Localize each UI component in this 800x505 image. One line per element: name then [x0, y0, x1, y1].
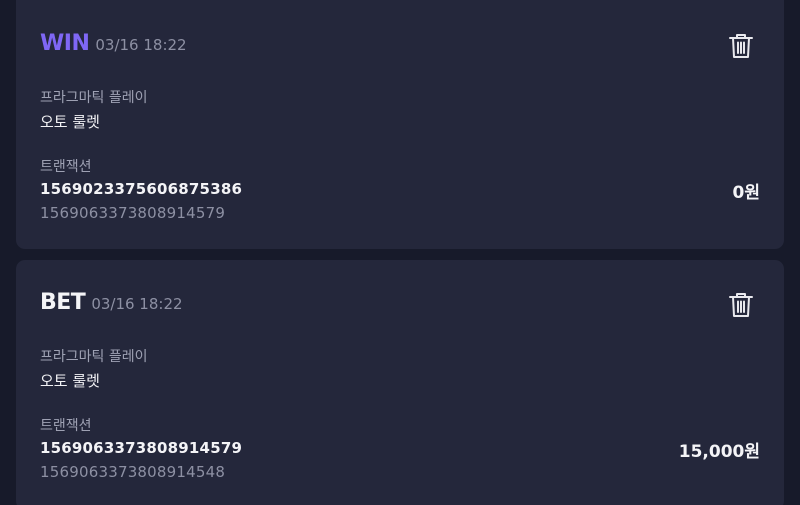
transaction-label: 트랜잭션	[40, 159, 92, 175]
transaction-sub-id: 1569063373808914548	[40, 463, 226, 481]
game-name: 오토 룰렛	[40, 372, 100, 390]
transaction-label: 트랜잭션	[40, 418, 92, 434]
transaction-type-badge: BET	[40, 290, 86, 315]
transaction-amount: 15,000원	[678, 442, 760, 462]
trash-icon[interactable]	[726, 30, 756, 60]
game-name: 오토 룰렛	[40, 113, 100, 131]
card-header: WIN 03/16 18:22	[40, 31, 187, 56]
provider-label: 프라그마틱 플레이	[40, 90, 148, 106]
transaction-id: 1569023375606875386	[40, 180, 243, 198]
transaction-list: WIN 03/16 18:22 프라그마틱 플레이 오토 룰렛 트랜잭션 156…	[0, 0, 800, 505]
transaction-time: 03/16 18:22	[91, 295, 183, 313]
transaction-card-bet: BET 03/16 18:22 프라그마틱 플레이 오토 룰렛 트랜잭션 156…	[16, 260, 784, 505]
transaction-sub-id: 1569063373808914579	[40, 204, 226, 222]
transaction-id: 1569063373808914579	[40, 439, 243, 457]
transaction-amount: 0원	[732, 183, 760, 203]
transaction-time: 03/16 18:22	[95, 36, 187, 54]
card-header: BET 03/16 18:22	[40, 290, 183, 315]
trash-icon[interactable]	[726, 289, 756, 319]
provider-label: 프라그마틱 플레이	[40, 349, 148, 365]
transaction-type-badge: WIN	[40, 31, 90, 56]
transaction-card-win: WIN 03/16 18:22 프라그마틱 플레이 오토 룰렛 트랜잭션 156…	[16, 0, 784, 249]
